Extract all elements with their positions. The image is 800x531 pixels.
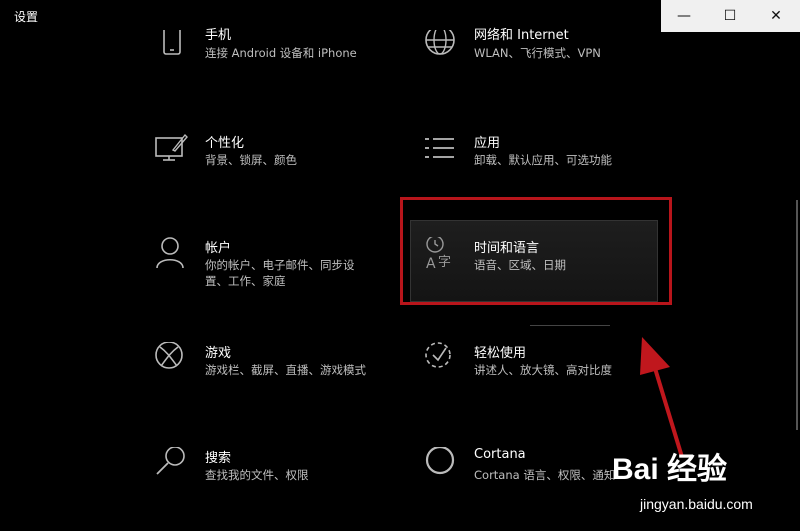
tile-description: 讲述人、放大镜、高对比度 — [474, 363, 612, 377]
tile-description: 游戏栏、截屏、直播、游戏模式 — [205, 363, 366, 377]
highlight-box — [400, 197, 672, 305]
tile-label: 手机 — [205, 28, 232, 43]
title-bar: 设置 — ☐ ✕ — [0, 0, 800, 32]
settings-tile-accounts[interactable]: 帐户 你的帐户、电子邮件、同步设置、工作、家庭 — [155, 237, 395, 307]
tile-label: Cortana — [474, 447, 526, 462]
tile-description: 连接 Android 设备和 iPhone — [205, 46, 357, 60]
tile-description: 查找我的文件、权限 — [205, 468, 309, 482]
tile-description: WLAN、飞行模式、VPN — [474, 46, 601, 60]
settings-tile-apps[interactable]: 应用 卸载、默认应用、可选功能 — [424, 129, 664, 202]
ease-of-access-icon — [424, 342, 458, 376]
settings-tile-personalization[interactable]: 个性化 背景、锁屏、颜色 — [155, 132, 395, 202]
settings-tile-search[interactable]: 搜索 查找我的文件、权限 — [155, 446, 395, 517]
tile-description: 背景、锁屏、颜色 — [205, 153, 297, 167]
personalization-icon — [155, 132, 189, 166]
tile-label: 网络和 Internet — [474, 28, 569, 43]
watermark-logo: Bai 经验 — [612, 453, 728, 486]
divider — [530, 325, 610, 326]
tile-label: 游戏 — [205, 346, 232, 361]
tile-description: 你的帐户、电子邮件、同步设置、工作、家庭 — [205, 258, 355, 288]
tile-label: 轻松使用 — [474, 346, 527, 361]
phone-icon — [155, 23, 189, 64]
maximize-button[interactable]: ☐ — [707, 0, 753, 32]
cortana-icon — [424, 445, 458, 481]
baidu-watermark: Bai 经验 jingyan.baidu.com — [612, 444, 800, 524]
tile-label: 帐户 — [205, 241, 232, 256]
minimize-button[interactable]: — — [661, 0, 707, 32]
window-controls: — ☐ ✕ — [661, 0, 800, 32]
xbox-icon — [155, 341, 189, 376]
settings-tile-gaming[interactable]: 游戏 游戏栏、截屏、直播、游戏模式 — [155, 341, 395, 412]
globe-icon — [424, 25, 458, 64]
tile-description: 卸载、默认应用、可选功能 — [474, 153, 612, 167]
apps-list-icon — [424, 129, 458, 166]
watermark-url: jingyan.baidu.com — [640, 496, 753, 512]
window-title: 设置 — [14, 10, 39, 24]
tile-label: 应用 — [474, 136, 501, 151]
search-icon — [155, 446, 189, 481]
tile-label: 搜索 — [205, 451, 232, 466]
settings-tile-ease-of-access[interactable]: 轻松使用 讲述人、放大镜、高对比度 — [424, 342, 664, 412]
settings-tile-network[interactable]: 网络和 Internet WLAN、飞行模式、VPN — [424, 25, 664, 100]
close-button[interactable]: ✕ — [753, 0, 799, 32]
tile-label: 个性化 — [205, 136, 245, 151]
settings-tile-phone[interactable]: 手机 连接 Android 设备和 iPhone — [155, 23, 395, 100]
person-icon — [155, 237, 189, 271]
scrollbar[interactable] — [796, 200, 798, 430]
